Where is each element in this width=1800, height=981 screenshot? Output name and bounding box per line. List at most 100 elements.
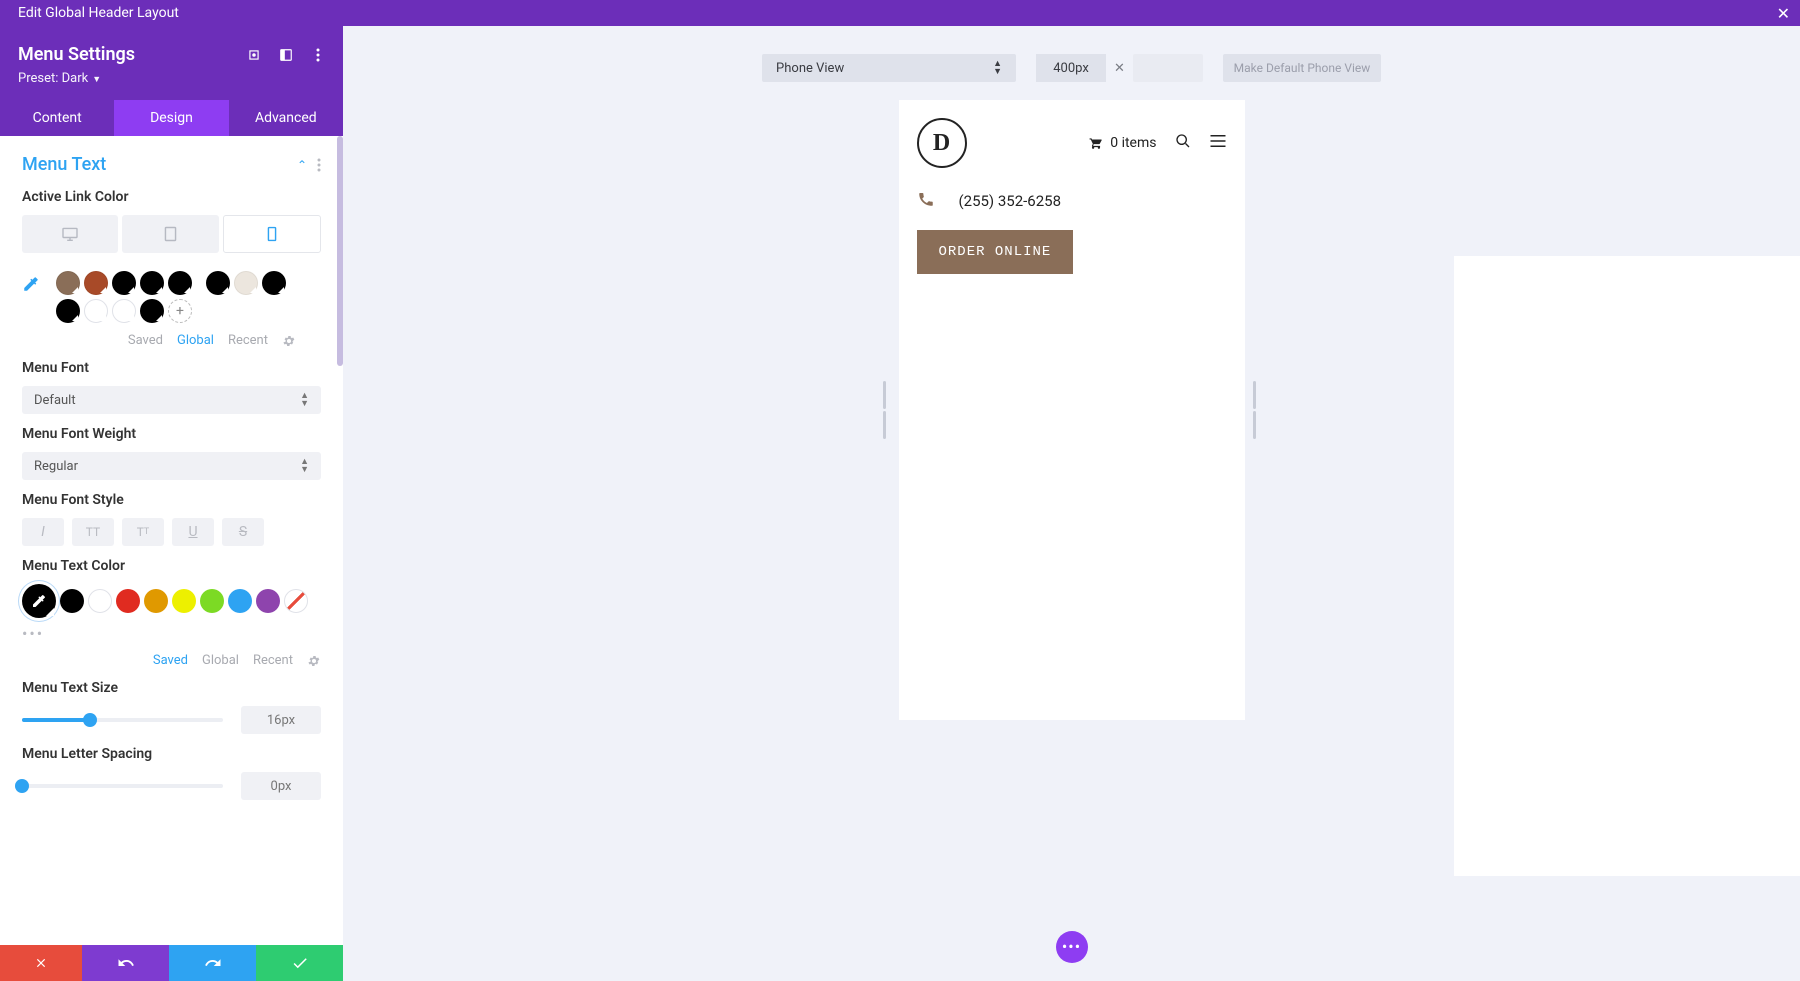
tab-content[interactable]: Content — [0, 100, 114, 136]
redo-button[interactable] — [169, 945, 256, 981]
fab-more-button[interactable]: ••• — [1056, 931, 1088, 963]
preview-canvas: Phone View ▲▼ ✕ Make Default Phone View … — [343, 26, 1800, 981]
settings-sidebar: Menu Settings Preset: Dark▼ Con — [0, 26, 343, 981]
italic-button[interactable]: I — [22, 518, 64, 546]
label-menu-text-size: Menu Text Size — [22, 680, 321, 696]
cart-link[interactable]: 0 items — [1088, 135, 1156, 151]
resize-handle-right[interactable] — [1253, 381, 1261, 439]
palette-tab-saved[interactable]: Saved — [128, 333, 163, 348]
app-title: Edit Global Header Layout — [18, 5, 179, 21]
undo-button[interactable] — [82, 945, 169, 981]
eyedropper-icon[interactable] — [22, 275, 40, 297]
hamburger-icon[interactable] — [1209, 134, 1227, 152]
phone-icon — [917, 190, 935, 212]
color-swatch[interactable] — [56, 299, 80, 323]
settings-tabs: Content Design Advanced — [0, 100, 343, 136]
label-menu-letter-spacing: Menu Letter Spacing — [22, 746, 321, 762]
color-swatch[interactable] — [144, 589, 168, 613]
color-swatch[interactable] — [88, 589, 112, 613]
color-swatch[interactable] — [84, 299, 108, 323]
color-picker-button[interactable] — [22, 584, 56, 618]
make-default-button[interactable]: Make Default Phone View — [1223, 54, 1381, 82]
section-header-menu-text[interactable]: Menu Text ⌃ — [22, 154, 321, 175]
panel-body: Menu Text ⌃ Active Link Color — [0, 136, 343, 945]
menu-font-select[interactable]: Default ▲▼ — [22, 386, 321, 414]
view-dropdown[interactable]: Phone View ▲▼ — [762, 54, 1016, 82]
phone-preview: D 0 items — [899, 100, 1245, 720]
color-swatch[interactable] — [84, 271, 108, 295]
device-tablet-button[interactable] — [122, 215, 218, 253]
workspace: Menu Settings Preset: Dark▼ Con — [0, 26, 1800, 981]
color-swatch[interactable] — [256, 589, 280, 613]
more-dots-icon[interactable]: ••• — [22, 624, 321, 643]
color-swatch-none[interactable] — [284, 589, 308, 613]
resize-handle-left[interactable] — [883, 381, 891, 439]
underline-button[interactable]: U — [172, 518, 214, 546]
gear-icon[interactable] — [307, 654, 321, 668]
palette-tab-global[interactable]: Global — [177, 333, 214, 348]
color-swatch[interactable] — [116, 589, 140, 613]
color-swatch[interactable] — [206, 271, 230, 295]
smallcaps-button[interactable]: TT — [122, 518, 164, 546]
letter-spacing-slider[interactable] — [22, 776, 223, 796]
uppercase-button[interactable]: TT — [72, 518, 114, 546]
color-swatch[interactable] — [168, 271, 192, 295]
label-menu-text-color: Menu Text Color — [22, 558, 321, 574]
active-link-color-swatches: + — [56, 271, 296, 323]
label-menu-font: Menu Font — [22, 360, 321, 376]
save-button[interactable] — [256, 945, 343, 981]
height-input[interactable] — [1133, 54, 1203, 82]
kebab-icon[interactable] — [317, 158, 321, 172]
color-swatch[interactable] — [200, 589, 224, 613]
layout-icon[interactable] — [279, 48, 293, 62]
color-swatch[interactable] — [112, 271, 136, 295]
tab-design[interactable]: Design — [114, 100, 228, 136]
text-size-slider[interactable] — [22, 710, 223, 730]
color-swatch[interactable] — [56, 271, 80, 295]
kebab-icon[interactable] — [311, 48, 325, 62]
canvas-toolbar: Phone View ▲▼ ✕ Make Default Phone View — [343, 26, 1800, 100]
cancel-button[interactable] — [0, 945, 82, 981]
sidebar-title: Menu Settings — [18, 44, 135, 65]
chevron-up-icon[interactable]: ⌃ — [297, 158, 307, 172]
label-menu-font-weight: Menu Font Weight — [22, 426, 321, 442]
add-color-button[interactable]: + — [168, 299, 192, 323]
phone-number[interactable]: (255) 352-6258 — [959, 192, 1062, 210]
order-online-button[interactable]: ORDER ONLINE — [917, 230, 1074, 274]
updown-icon: ▲▼ — [300, 458, 309, 474]
color-swatch[interactable] — [112, 299, 136, 323]
font-style-buttons: I TT TT U S — [22, 518, 321, 546]
color-swatch[interactable] — [262, 271, 286, 295]
preset-dropdown[interactable]: Preset: Dark▼ — [18, 71, 325, 86]
logo[interactable]: D — [917, 118, 967, 168]
color-swatch[interactable] — [140, 299, 164, 323]
updown-icon: ▲▼ — [300, 392, 309, 408]
menu-font-weight-select[interactable]: Regular ▲▼ — [22, 452, 321, 480]
sidebar-header: Menu Settings Preset: Dark▼ — [0, 26, 343, 100]
dimension-separator: ✕ — [1114, 61, 1125, 76]
cart-icon — [1088, 136, 1104, 150]
label-active-link-color: Active Link Color — [22, 189, 321, 205]
color-swatch[interactable] — [234, 271, 258, 295]
close-icon[interactable]: ✕ — [1777, 4, 1790, 23]
gear-icon[interactable] — [282, 334, 296, 348]
palette-tab-recent[interactable]: Recent — [253, 653, 293, 668]
text-size-value[interactable]: 16px — [241, 706, 321, 734]
device-desktop-button[interactable] — [22, 215, 118, 253]
width-input[interactable] — [1036, 54, 1106, 82]
strikethrough-button[interactable]: S — [222, 518, 264, 546]
tab-advanced[interactable]: Advanced — [229, 100, 343, 136]
palette-tab-saved[interactable]: Saved — [153, 653, 188, 668]
text-color-swatches — [22, 584, 321, 618]
expand-icon[interactable] — [247, 48, 261, 62]
color-swatch[interactable] — [228, 589, 252, 613]
color-swatch[interactable] — [172, 589, 196, 613]
color-swatch[interactable] — [140, 271, 164, 295]
updown-icon: ▲▼ — [993, 60, 1002, 76]
search-icon[interactable] — [1175, 133, 1191, 153]
device-phone-button[interactable] — [223, 215, 321, 253]
letter-spacing-value[interactable]: 0px — [241, 772, 321, 800]
palette-tab-recent[interactable]: Recent — [228, 333, 268, 348]
palette-tab-global[interactable]: Global — [202, 653, 239, 668]
color-swatch[interactable] — [60, 589, 84, 613]
